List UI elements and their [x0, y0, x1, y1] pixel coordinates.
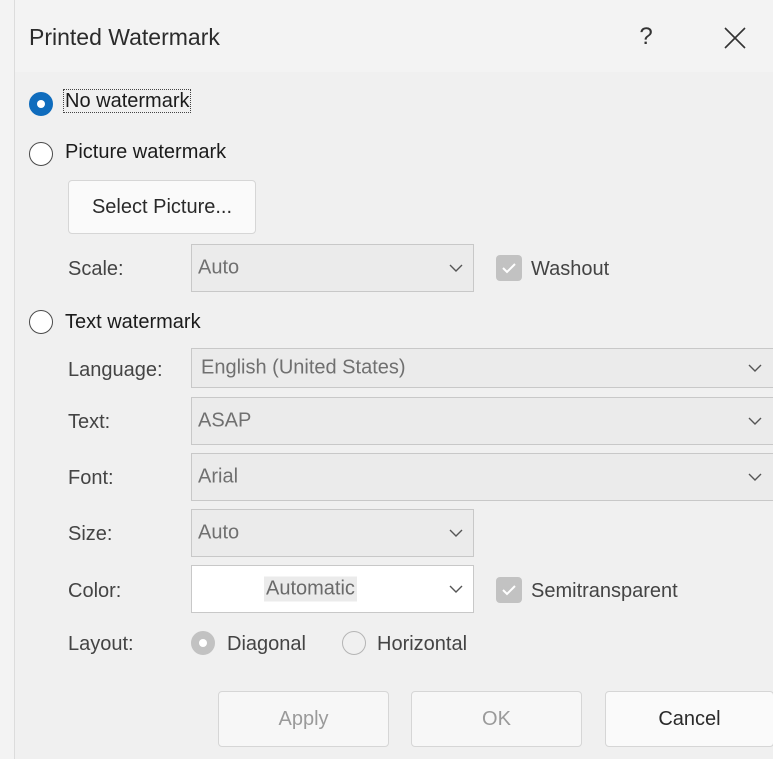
- text-label: Text:: [68, 411, 111, 433]
- scale-value: Auto: [198, 256, 240, 279]
- font-value: Arial: [198, 465, 239, 488]
- layout-label: Layout:: [68, 633, 134, 655]
- apply-button[interactable]: Apply: [218, 691, 389, 747]
- help-button[interactable]: ?: [633, 20, 659, 54]
- color-value: Automatic: [264, 576, 357, 602]
- close-icon: [724, 27, 746, 49]
- text-watermark-radio[interactable]: [29, 310, 53, 334]
- size-value: Auto: [198, 521, 240, 544]
- scale-dropdown[interactable]: Auto: [191, 244, 474, 292]
- checkmark-icon: [502, 585, 516, 596]
- layout-diagonal-radio[interactable]: [191, 631, 215, 655]
- chevron-down-icon: [735, 454, 773, 500]
- layout-diagonal-label[interactable]: Diagonal: [227, 633, 306, 656]
- no-watermark-text: No watermark: [63, 89, 192, 113]
- dialog-title: Printed Watermark: [29, 24, 220, 50]
- washout-checkbox[interactable]: [496, 255, 522, 281]
- size-dropdown[interactable]: Auto: [191, 509, 474, 557]
- font-label: Font:: [68, 467, 114, 489]
- checkmark-icon: [502, 263, 516, 274]
- language-dropdown[interactable]: English (United States): [191, 348, 773, 388]
- washout-label: Washout: [531, 258, 610, 280]
- picture-watermark-radio[interactable]: [29, 142, 53, 166]
- chevron-down-icon: [439, 245, 473, 291]
- semitransparent-checkbox[interactable]: [496, 577, 522, 603]
- color-label: Color:: [68, 580, 122, 602]
- ok-button[interactable]: OK: [411, 691, 582, 747]
- picture-watermark-label[interactable]: Picture watermark: [65, 141, 226, 164]
- chevron-down-icon: [439, 566, 473, 612]
- scale-label: Scale:: [68, 258, 124, 280]
- text-watermark-label[interactable]: Text watermark: [65, 311, 201, 334]
- printed-watermark-dialog: Printed Watermark ? No watermark Picture…: [14, 0, 773, 759]
- dialog-content: No watermark Picture watermark Select Pi…: [15, 72, 773, 759]
- language-value: English (United States): [201, 356, 406, 379]
- chevron-down-icon: [439, 510, 473, 556]
- language-label: Language:: [68, 359, 163, 381]
- layout-horizontal-label[interactable]: Horizontal: [377, 633, 467, 656]
- select-picture-button[interactable]: Select Picture...: [68, 180, 256, 234]
- font-dropdown[interactable]: Arial: [191, 453, 773, 501]
- no-watermark-label[interactable]: No watermark: [63, 89, 192, 113]
- text-combobox[interactable]: ASAP: [191, 397, 773, 445]
- chevron-down-icon: [735, 398, 773, 444]
- no-watermark-radio[interactable]: [29, 92, 53, 116]
- semitransparent-label: Semitransparent: [531, 580, 678, 602]
- close-button[interactable]: [715, 18, 755, 58]
- size-label: Size:: [68, 523, 113, 545]
- title-bar: Printed Watermark ?: [15, 0, 773, 70]
- chevron-down-icon: [735, 349, 773, 387]
- layout-horizontal-radio[interactable]: [342, 631, 366, 655]
- text-value: ASAP: [198, 409, 252, 432]
- cancel-button[interactable]: Cancel: [605, 691, 773, 747]
- color-dropdown[interactable]: Automatic: [191, 565, 474, 613]
